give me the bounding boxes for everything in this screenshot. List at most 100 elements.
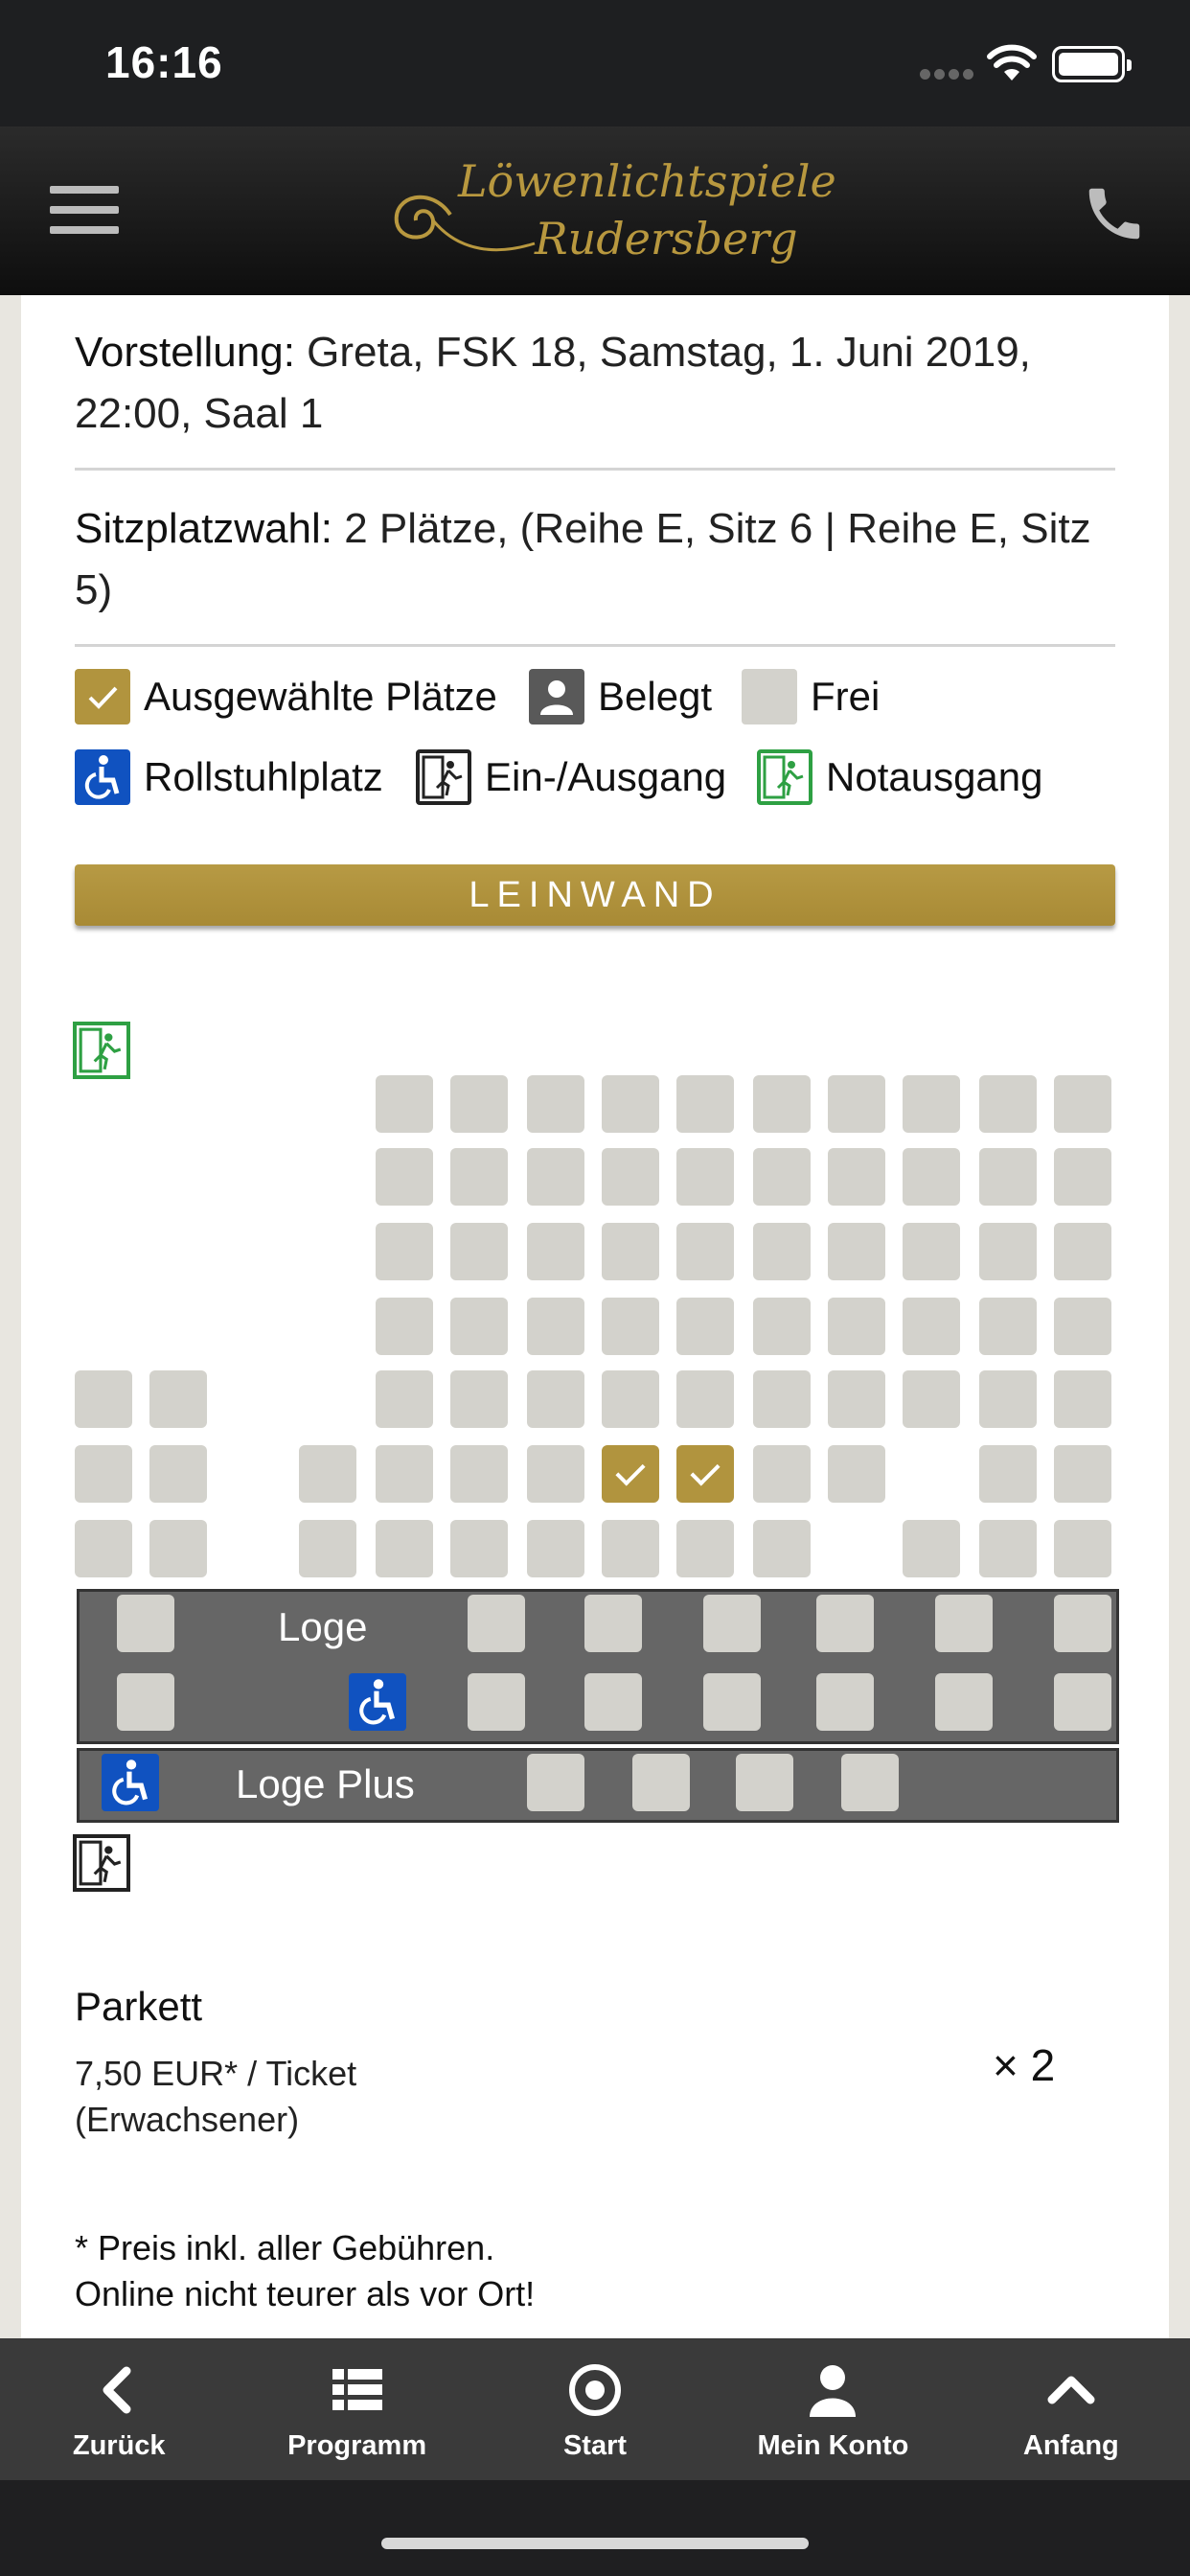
loge-seat[interactable] <box>816 1673 874 1731</box>
seat[interactable] <box>676 1298 734 1355</box>
seat[interactable] <box>903 1370 960 1428</box>
seat[interactable] <box>450 1223 508 1280</box>
seat[interactable] <box>450 1520 508 1577</box>
cinema-logo[interactable]: Löwenlichtspiele Rudersberg <box>383 148 836 282</box>
seat[interactable] <box>753 1298 811 1355</box>
seat[interactable] <box>149 1520 207 1577</box>
seat[interactable] <box>376 1075 433 1133</box>
seat[interactable] <box>753 1370 811 1428</box>
loge-plus-seat[interactable] <box>736 1754 793 1811</box>
seat[interactable] <box>149 1370 207 1428</box>
seat[interactable] <box>1054 1298 1111 1355</box>
seat[interactable] <box>979 1370 1037 1428</box>
seat[interactable] <box>75 1370 132 1428</box>
seat[interactable] <box>75 1445 132 1503</box>
seat[interactable] <box>1054 1445 1111 1503</box>
seat[interactable] <box>450 1298 508 1355</box>
nav-zurueck[interactable]: Zurück <box>0 2338 238 2480</box>
seat[interactable] <box>450 1445 508 1503</box>
seat[interactable] <box>979 1445 1037 1503</box>
seat[interactable] <box>1054 1370 1111 1428</box>
seat[interactable] <box>527 1445 584 1503</box>
loge-seat[interactable] <box>1054 1595 1111 1652</box>
seat[interactable] <box>75 1520 132 1577</box>
selected-seat[interactable] <box>676 1445 734 1503</box>
loge-plus-seat[interactable] <box>527 1754 584 1811</box>
loge-plus-seat[interactable] <box>841 1754 899 1811</box>
seat[interactable] <box>828 1370 885 1428</box>
seat[interactable] <box>299 1520 356 1577</box>
seat[interactable] <box>376 1223 433 1280</box>
nav-programm[interactable]: Programm <box>238 2338 475 2480</box>
wheelchair-seat[interactable] <box>102 1754 159 1811</box>
nav-start[interactable]: Start <box>476 2338 714 2480</box>
loge-seat[interactable] <box>584 1673 642 1731</box>
seat[interactable] <box>979 1223 1037 1280</box>
seat[interactable] <box>828 1298 885 1355</box>
seat[interactable] <box>903 1520 960 1577</box>
seat[interactable] <box>376 1520 433 1577</box>
loge-seat[interactable] <box>584 1595 642 1652</box>
seat[interactable] <box>979 1148 1037 1206</box>
seat[interactable] <box>828 1223 885 1280</box>
loge-seat[interactable] <box>1054 1673 1111 1731</box>
seat[interactable] <box>676 1223 734 1280</box>
loge-seat[interactable] <box>468 1673 525 1731</box>
seat[interactable] <box>979 1520 1037 1577</box>
seat[interactable] <box>1054 1148 1111 1206</box>
seat[interactable] <box>676 1370 734 1428</box>
seat[interactable] <box>903 1298 960 1355</box>
loge-seat[interactable] <box>703 1595 761 1652</box>
seat[interactable] <box>676 1075 734 1133</box>
seat[interactable] <box>527 1223 584 1280</box>
seat[interactable] <box>753 1445 811 1503</box>
seat[interactable] <box>450 1075 508 1133</box>
loge-seat[interactable] <box>117 1673 174 1731</box>
seat[interactable] <box>527 1298 584 1355</box>
seat[interactable] <box>903 1148 960 1206</box>
seat[interactable] <box>753 1075 811 1133</box>
loge-seat[interactable] <box>117 1595 174 1652</box>
seat[interactable] <box>376 1370 433 1428</box>
seat[interactable] <box>903 1075 960 1133</box>
seat[interactable] <box>1054 1075 1111 1133</box>
seat[interactable] <box>602 1223 659 1280</box>
seat[interactable] <box>299 1445 356 1503</box>
selected-seat[interactable] <box>602 1445 659 1503</box>
loge-seat[interactable] <box>468 1595 525 1652</box>
loge-seat[interactable] <box>816 1595 874 1652</box>
seat[interactable] <box>1054 1520 1111 1577</box>
seat[interactable] <box>828 1075 885 1133</box>
seat[interactable] <box>602 1075 659 1133</box>
seat[interactable] <box>676 1148 734 1206</box>
wheelchair-seat[interactable] <box>349 1673 406 1731</box>
seat[interactable] <box>1054 1223 1111 1280</box>
nav-anfang[interactable]: Anfang <box>952 2338 1190 2480</box>
seat[interactable] <box>450 1370 508 1428</box>
loge-seat[interactable] <box>935 1673 993 1731</box>
seat[interactable] <box>979 1075 1037 1133</box>
seat[interactable] <box>527 1370 584 1428</box>
seat[interactable] <box>979 1298 1037 1355</box>
menu-icon[interactable] <box>50 186 119 234</box>
seat[interactable] <box>602 1520 659 1577</box>
seat[interactable] <box>903 1223 960 1280</box>
seat[interactable] <box>527 1075 584 1133</box>
seat[interactable] <box>376 1298 433 1355</box>
phone-icon[interactable] <box>1081 180 1148 247</box>
seat[interactable] <box>676 1520 734 1577</box>
loge-seat[interactable] <box>935 1595 993 1652</box>
seat[interactable] <box>602 1298 659 1355</box>
seat[interactable] <box>527 1520 584 1577</box>
seat[interactable] <box>149 1445 207 1503</box>
seat[interactable] <box>450 1148 508 1206</box>
seat[interactable] <box>828 1148 885 1206</box>
ticket-quantity[interactable]: × 2 <box>993 2039 1055 2091</box>
seat[interactable] <box>753 1148 811 1206</box>
seat[interactable] <box>753 1520 811 1577</box>
seat[interactable] <box>828 1445 885 1503</box>
seat[interactable] <box>753 1223 811 1280</box>
seat[interactable] <box>527 1148 584 1206</box>
seat[interactable] <box>376 1148 433 1206</box>
seat[interactable] <box>602 1370 659 1428</box>
